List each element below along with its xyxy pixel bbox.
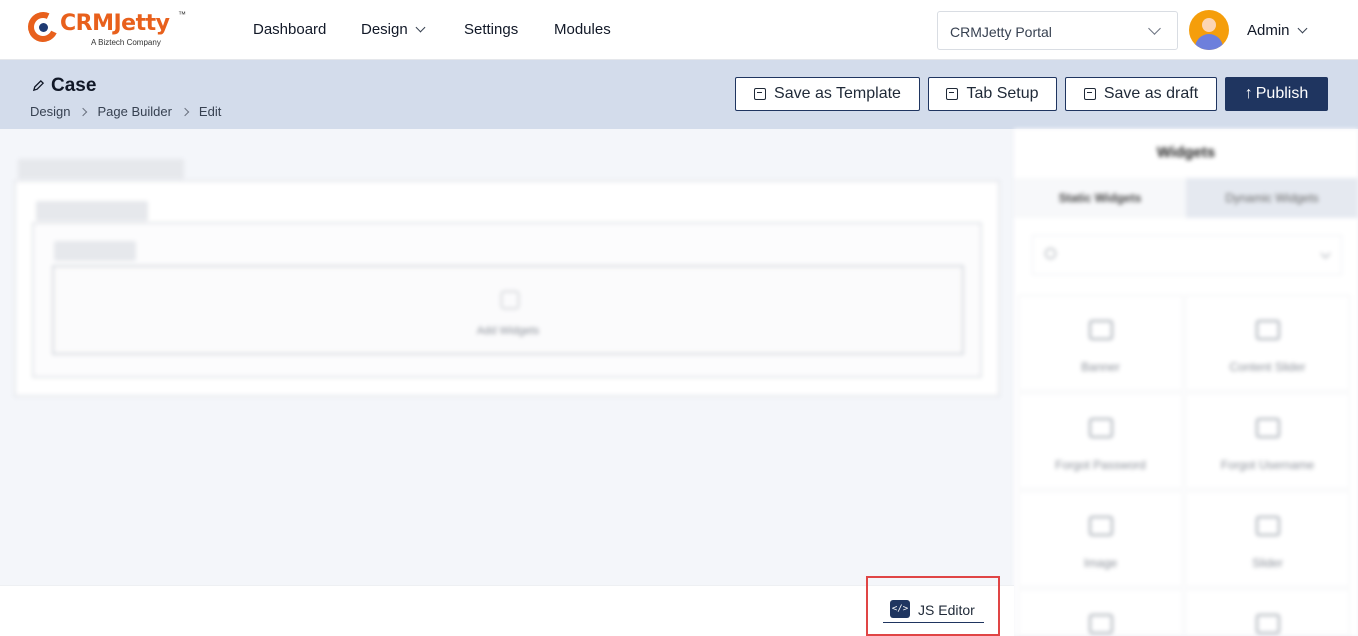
widget-tile-content-slider[interactable]: Content Slider xyxy=(1185,295,1350,391)
nav-settings[interactable]: Settings xyxy=(464,21,518,38)
nav-design[interactable]: Design xyxy=(361,21,426,38)
widget-tile-video[interactable] xyxy=(1185,589,1350,636)
widget-tile-more[interactable] xyxy=(1018,589,1183,636)
breadcrumb-design[interactable]: Design xyxy=(30,104,70,119)
widget-tile-slider[interactable]: Slider xyxy=(1185,491,1350,587)
chevron-right-icon xyxy=(79,107,88,117)
widget-drop-zone[interactable]: Add Widgets xyxy=(52,265,964,355)
tab-static-widgets[interactable]: Static Widgets xyxy=(1014,178,1186,218)
banner-icon xyxy=(1089,320,1113,340)
chevron-down-icon xyxy=(415,22,426,33)
page-title: Case xyxy=(32,75,96,97)
draft-icon xyxy=(1083,88,1096,100)
image-icon xyxy=(1089,516,1113,536)
top-navbar: CRMJetty ™ A Biztech Company Dashboard D… xyxy=(0,0,1358,60)
logo-text: CRMJetty xyxy=(60,11,170,36)
section-toolbar[interactable] xyxy=(18,159,184,179)
bottom-bar xyxy=(0,585,1014,636)
lock-icon xyxy=(1089,418,1113,438)
widgets-panel: Widgets Static Widgets Dynamic Widgets B… xyxy=(1014,129,1358,636)
save-as-template-button[interactable]: Save as Template xyxy=(735,77,920,111)
logo-tagline: A Biztech Company xyxy=(91,38,161,47)
code-icon: </> xyxy=(890,600,910,618)
row-toolbar[interactable] xyxy=(36,201,148,221)
js-editor-button[interactable]: </> JS Editor xyxy=(883,598,984,623)
text-icon xyxy=(1089,614,1113,634)
crmjetty-logo[interactable]: CRMJetty ™ A Biztech Company xyxy=(23,7,198,50)
save-icon xyxy=(754,88,767,100)
user-icon xyxy=(1256,418,1280,438)
widgets-title: Widgets xyxy=(1156,144,1216,161)
nav-modules[interactable]: Modules xyxy=(554,21,611,38)
chevron-down-icon xyxy=(1148,22,1161,35)
portal-select-value: CRMJetty Portal xyxy=(950,24,1052,40)
chevron-down-icon xyxy=(1297,23,1307,34)
user-menu[interactable]: Admin xyxy=(1247,22,1307,39)
widget-tile-forgot-password[interactable]: Forgot Password xyxy=(1018,393,1183,489)
avatar[interactable] xyxy=(1189,10,1229,50)
video-icon xyxy=(1256,614,1280,634)
breadcrumb-edit: Edit xyxy=(198,104,222,119)
search-icon xyxy=(1045,248,1056,259)
drop-zone-label: Add Widgets xyxy=(476,325,540,337)
breadcrumb-page-builder[interactable]: Page Builder xyxy=(97,104,171,119)
tab-dynamic-widgets[interactable]: Dynamic Widgets xyxy=(1186,178,1358,218)
add-widget-icon xyxy=(501,291,519,309)
widget-search-input[interactable] xyxy=(1032,235,1342,275)
portal-select[interactable]: CRMJetty Portal xyxy=(937,11,1178,50)
content-slider-icon xyxy=(1256,320,1280,340)
save-icon xyxy=(946,88,959,100)
widget-tile-forgot-username[interactable]: Forgot Username xyxy=(1185,393,1350,489)
chevron-right-icon xyxy=(180,107,190,117)
logo-trademark: ™ xyxy=(178,10,186,19)
column-toolbar[interactable] xyxy=(54,241,136,261)
publish-button[interactable]: ↑ Publish xyxy=(1225,77,1328,111)
widget-tile-image[interactable]: Image xyxy=(1018,491,1183,587)
nav-dashboard[interactable]: Dashboard xyxy=(253,21,326,38)
breadcrumb: Design Page Builder Edit xyxy=(30,104,221,119)
slider-icon xyxy=(1256,516,1280,536)
upload-icon: ↑ xyxy=(1244,85,1253,102)
tab-setup-button[interactable]: Tab Setup xyxy=(928,77,1057,111)
save-as-draft-button[interactable]: Save as draft xyxy=(1065,77,1217,111)
chevron-down-icon xyxy=(1320,248,1331,259)
widget-tile-banner[interactable]: Banner xyxy=(1018,295,1183,391)
pencil-icon xyxy=(32,79,45,92)
